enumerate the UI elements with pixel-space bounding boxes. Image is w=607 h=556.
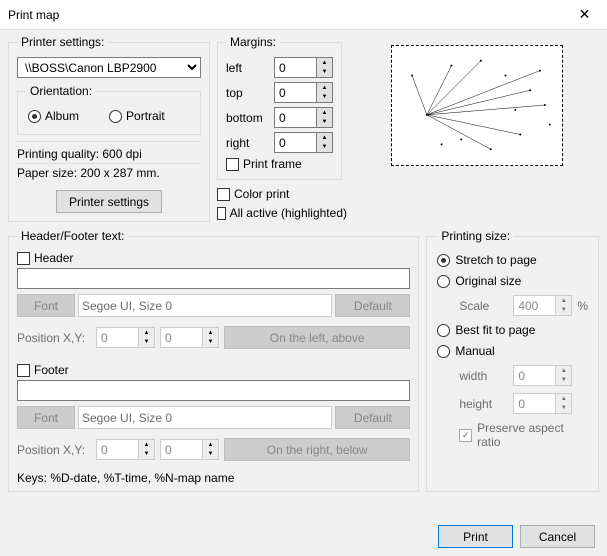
- all-active-checkbox[interactable]: All active (highlighted): [217, 206, 347, 220]
- height-spinner[interactable]: ▲▼: [513, 393, 572, 414]
- footer-pos-x-spinner[interactable]: ▲▼: [96, 439, 155, 460]
- header-position-label: Position X,Y:: [17, 331, 91, 345]
- header-pos-y-spinner[interactable]: ▲▼: [160, 327, 219, 348]
- printer-settings-button[interactable]: Printer settings: [56, 190, 162, 213]
- margin-right-label: right: [226, 136, 274, 150]
- percent-label: %: [577, 299, 588, 313]
- title-bar: Print map ✕: [0, 0, 607, 30]
- preserve-aspect-checkbox[interactable]: Preserve aspect ratio: [459, 421, 588, 449]
- margins-legend: Margins:: [226, 35, 280, 49]
- printer-settings-legend: Printer settings:: [17, 35, 108, 49]
- footer-position-label: Position X,Y:: [17, 443, 91, 457]
- cancel-button[interactable]: Cancel: [520, 525, 595, 548]
- footer-font-display: [78, 406, 332, 429]
- checkbox-icon: [226, 158, 239, 171]
- margin-left-spinner[interactable]: ▲▼: [274, 57, 333, 78]
- margin-left-label: left: [226, 61, 274, 75]
- height-label: height: [459, 397, 508, 411]
- printer-settings-group: Printer settings: \\BOSS\Canon LBP2900 O…: [8, 35, 210, 222]
- radio-original[interactable]: Original size: [437, 274, 588, 288]
- margin-top-spinner[interactable]: ▲▼: [274, 82, 333, 103]
- print-quality-label: Printing quality: 600 dpi: [17, 145, 201, 164]
- orientation-group: Orientation: Album Portrait: [17, 84, 201, 135]
- radio-stretch[interactable]: Stretch to page: [437, 253, 588, 267]
- radio-best-fit[interactable]: Best fit to page: [437, 323, 588, 337]
- checkbox-icon: [217, 207, 226, 220]
- scale-spinner[interactable]: ▲▼: [513, 295, 572, 316]
- checkbox-icon: [459, 429, 472, 442]
- color-print-checkbox[interactable]: Color print: [217, 187, 347, 201]
- radio-album[interactable]: Album: [28, 109, 79, 123]
- margin-right-spinner[interactable]: ▲▼: [274, 132, 333, 153]
- scale-label: Scale: [459, 299, 508, 313]
- checkbox-icon: [17, 252, 30, 265]
- radio-icon: [437, 345, 450, 358]
- header-default-button[interactable]: Default: [335, 294, 410, 317]
- width-spinner[interactable]: ▲▼: [513, 365, 572, 386]
- header-font-button[interactable]: Font: [17, 294, 75, 317]
- margin-top-label: top: [226, 86, 274, 100]
- footer-text-input[interactable]: [17, 380, 410, 401]
- checkbox-icon: [217, 188, 230, 201]
- keys-hint: Keys: %D-date, %T-time, %N-map name: [17, 471, 410, 485]
- margins-group: Margins: left ▲▼ top ▲▼ bottom: [217, 35, 342, 180]
- header-footer-legend: Header/Footer text:: [17, 229, 128, 243]
- radio-icon: [437, 275, 450, 288]
- footer-hint-button[interactable]: On the right, below: [224, 438, 410, 461]
- radio-icon: [437, 254, 450, 267]
- radio-icon: [28, 110, 41, 123]
- radio-manual[interactable]: Manual: [437, 344, 588, 358]
- header-footer-group: Header/Footer text: Header Font Default …: [8, 229, 419, 492]
- printer-select[interactable]: \\BOSS\Canon LBP2900: [17, 57, 201, 78]
- print-preview: [391, 45, 563, 166]
- close-icon[interactable]: ✕: [562, 0, 607, 30]
- margin-bottom-label: bottom: [226, 111, 274, 125]
- paper-size-label: Paper size: 200 x 287 mm.: [17, 164, 201, 182]
- printing-size-legend: Printing size:: [437, 229, 514, 243]
- header-pos-x-spinner[interactable]: ▲▼: [96, 327, 155, 348]
- footer-pos-y-spinner[interactable]: ▲▼: [160, 439, 219, 460]
- header-text-input[interactable]: [17, 268, 410, 289]
- window-title: Print map: [8, 8, 562, 22]
- footer-checkbox[interactable]: Footer: [17, 363, 410, 377]
- header-font-display: [78, 294, 332, 317]
- orientation-legend: Orientation:: [26, 84, 96, 98]
- margin-bottom-spinner[interactable]: ▲▼: [274, 107, 333, 128]
- header-checkbox[interactable]: Header: [17, 251, 410, 265]
- radio-icon: [437, 324, 450, 337]
- printing-size-group: Printing size: Stretch to page Original …: [426, 229, 599, 492]
- footer-default-button[interactable]: Default: [335, 406, 410, 429]
- chevron-down-icon: ▼: [317, 68, 332, 78]
- header-hint-button[interactable]: On the left, above: [224, 326, 410, 349]
- radio-portrait[interactable]: Portrait: [109, 109, 165, 123]
- footer-font-button[interactable]: Font: [17, 406, 75, 429]
- chevron-up-icon: ▲: [317, 58, 332, 68]
- radio-icon: [109, 110, 122, 123]
- width-label: width: [459, 369, 508, 383]
- print-frame-checkbox[interactable]: Print frame: [226, 157, 333, 171]
- print-button[interactable]: Print: [438, 525, 513, 548]
- checkbox-icon: [17, 364, 30, 377]
